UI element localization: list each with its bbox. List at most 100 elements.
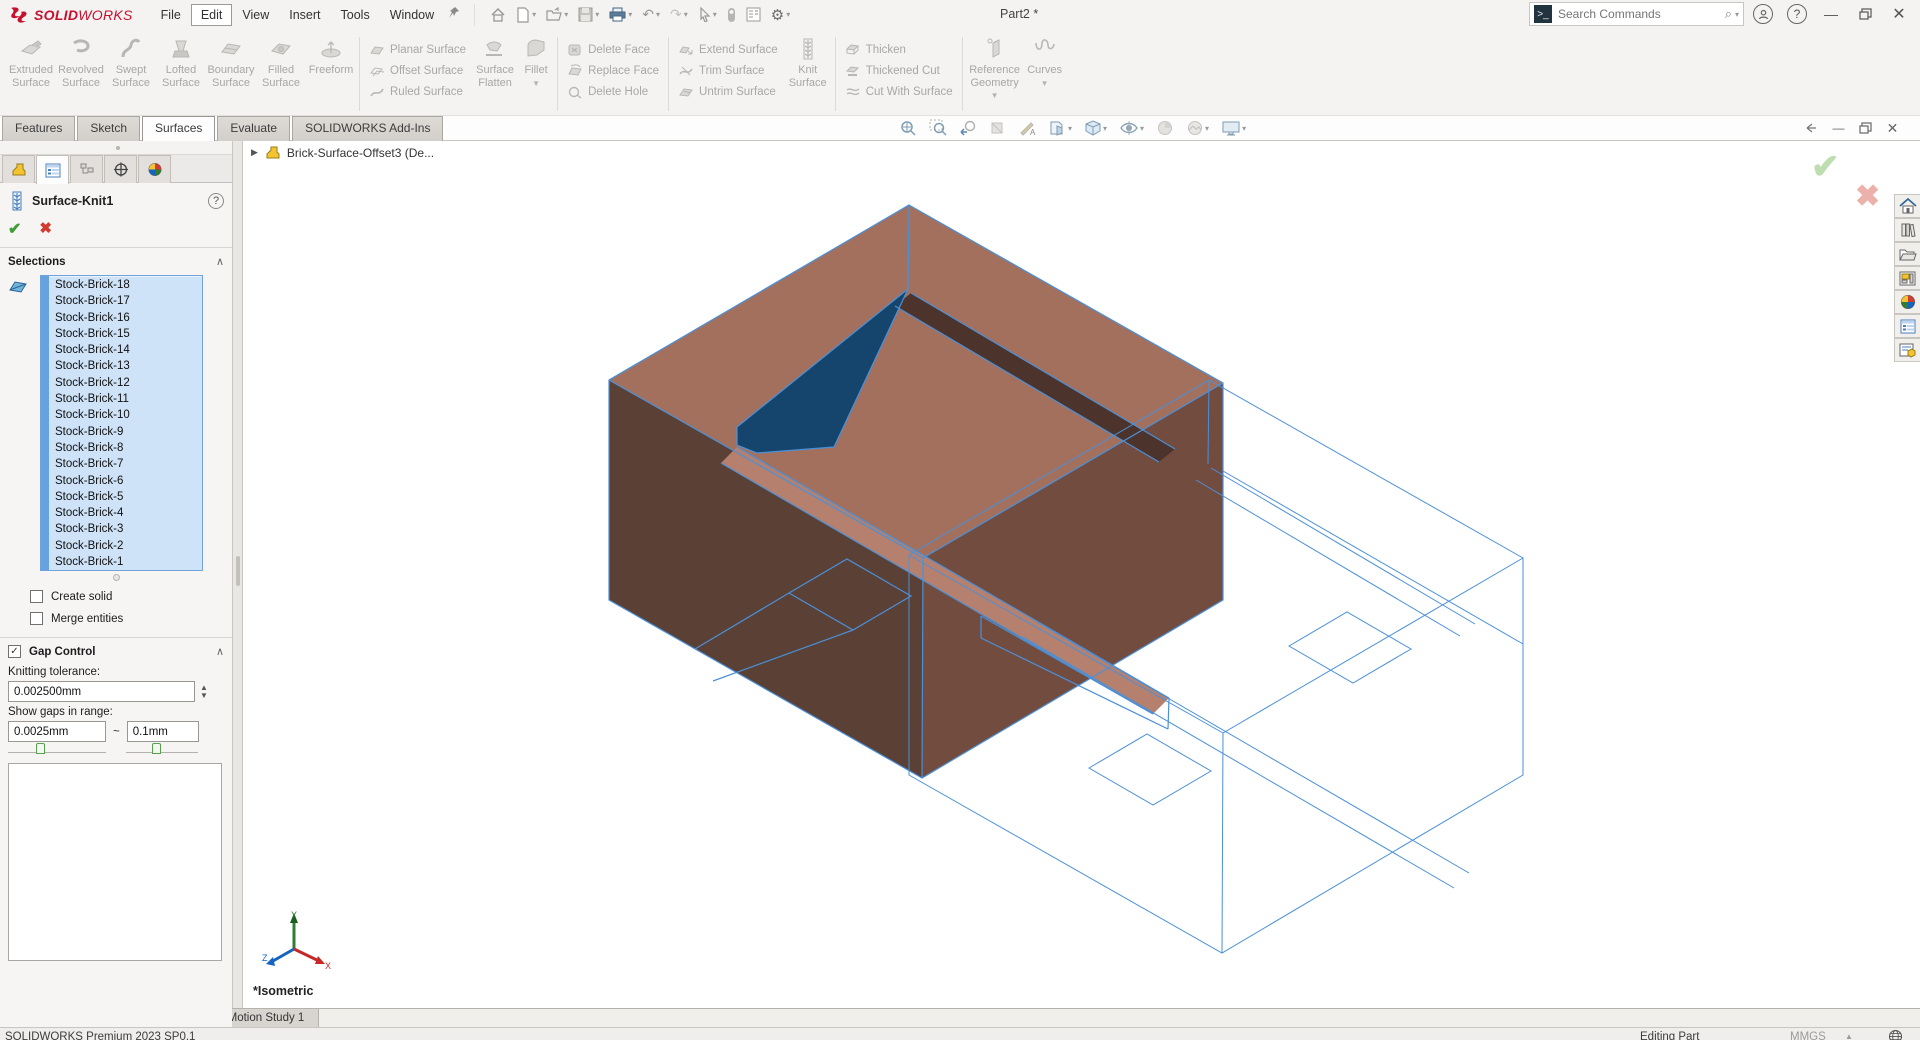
delete-hole-button[interactable]: Delete Hole [561, 81, 665, 102]
web-globe-icon[interactable] [1888, 1029, 1903, 1040]
design-library-button[interactable] [1894, 218, 1920, 242]
doc-restore-button[interactable] [1852, 118, 1879, 138]
tab-evaluate[interactable]: Evaluate [217, 116, 291, 141]
selection-item[interactable]: Stock-Brick-5 [49, 488, 202, 506]
pm-cancel-button[interactable]: ✖ [39, 219, 52, 239]
selection-item[interactable]: Stock-Brick-1 [49, 554, 202, 570]
create-solid-row[interactable]: Create solid [30, 590, 232, 603]
print-caret-icon[interactable]: ▾ [628, 10, 632, 19]
thicken-button[interactable]: Thicken [839, 39, 959, 60]
redo-button[interactable]: ↷ ▾ [667, 4, 691, 25]
selection-item[interactable]: Stock-Brick-10 [49, 407, 202, 424]
gap-min-slider-track[interactable] [8, 752, 106, 753]
search-caret-icon[interactable]: ▾ [1735, 10, 1739, 19]
selection-item[interactable]: Stock-Brick-14 [49, 342, 202, 359]
open-caret-icon[interactable]: ▾ [564, 10, 568, 19]
gap-results-list[interactable] [8, 763, 222, 961]
selection-item[interactable]: Stock-Brick-7 [49, 456, 202, 473]
swept-surface-button[interactable]: Swept Surface [106, 33, 156, 115]
search-commands-box[interactable]: >_ ⌕ ▾ [1529, 2, 1744, 26]
search-input[interactable] [1558, 7, 1725, 21]
planar-surface-button[interactable]: Planar Surface [363, 39, 472, 60]
hide-show-items-button[interactable]: ▾ [1116, 117, 1147, 139]
tab-surfaces[interactable]: Surfaces [142, 116, 216, 141]
curves-button[interactable]: Curves ▼ [1024, 33, 1066, 115]
gap-min-slider-thumb[interactable] [36, 743, 45, 754]
search-icon[interactable]: ⌕ [1725, 6, 1732, 22]
menu-tools[interactable]: Tools [331, 4, 380, 26]
apply-scene-caret-icon[interactable]: ▾ [1205, 124, 1209, 133]
display-style-caret-icon[interactable]: ▾ [1103, 124, 1107, 133]
help-button[interactable]: ? [1782, 2, 1812, 26]
selection-item[interactable]: Stock-Brick-13 [49, 358, 202, 375]
minimize-button[interactable]: — [1816, 2, 1846, 26]
selection-item[interactable]: Stock-Brick-12 [49, 374, 202, 392]
gap-max-slider-track[interactable] [126, 752, 198, 753]
open-button[interactable]: ▾ [543, 5, 571, 25]
feature-manager-tab[interactable] [2, 155, 35, 183]
model-3d[interactable] [243, 141, 1920, 1008]
gap-control-checkbox[interactable]: ✓ [8, 645, 21, 658]
pm-help-button[interactable]: ? [208, 193, 224, 209]
menu-window[interactable]: Window [380, 4, 444, 26]
save-button[interactable]: ▾ [575, 5, 602, 24]
new-caret-icon[interactable]: ▾ [532, 10, 536, 19]
units-caret-icon[interactable]: ▲ [1845, 1032, 1853, 1040]
fillet-button[interactable]: Fillet ▼ [518, 33, 554, 115]
confirmation-cancel-button[interactable]: ✖ [1855, 179, 1880, 214]
fillet-caret-icon[interactable]: ▼ [532, 79, 540, 88]
selection-toggle-button[interactable] [724, 5, 739, 25]
merge-entities-checkbox[interactable] [30, 612, 43, 625]
gap-control-header[interactable]: ✓ Gap Control ∧ [0, 638, 232, 662]
create-solid-checkbox[interactable] [30, 590, 43, 603]
untrim-surface-button[interactable]: Untrim Surface [672, 81, 784, 102]
status-units[interactable]: MMGS [1790, 1031, 1826, 1040]
panel-splitter[interactable] [233, 141, 243, 1008]
panel-splitter-strip[interactable] [0, 141, 232, 155]
account-button[interactable] [1748, 2, 1778, 26]
selection-listbox[interactable]: Stock-Brick-18 Stock-Brick-17 Stock-Brick-… [40, 275, 203, 571]
configuration-manager-tab[interactable] [70, 155, 103, 183]
search-scope-icon[interactable]: >_ [1534, 5, 1552, 23]
selection-item[interactable]: Stock-Brick-17 [49, 293, 202, 310]
selection-item[interactable]: Stock-Brick-11 [49, 391, 202, 408]
gap-min-input[interactable] [8, 721, 106, 742]
selections-collapse-icon[interactable]: ∧ [216, 255, 224, 268]
revolved-surface-button[interactable]: Revolved Surface [56, 33, 106, 115]
redo-caret-icon[interactable]: ▾ [684, 10, 688, 19]
flyout-feature-tree[interactable]: ▶ Brick-Surface-Offset3 (De... [251, 145, 434, 160]
view-settings-button[interactable]: ▾ [1218, 117, 1249, 139]
task-pane-home-button[interactable] [1894, 194, 1920, 218]
selection-item[interactable]: Stock-Brick-3 [49, 521, 202, 538]
selection-item[interactable]: Stock-Brick-8 [49, 439, 202, 457]
tab-solidworks-addins[interactable]: SOLIDWORKS Add-Ins [292, 116, 444, 141]
section-view-button[interactable] [986, 117, 1010, 139]
trim-surface-button[interactable]: Trim Surface [672, 60, 784, 81]
graphics-viewport[interactable]: ▶ Brick-Surface-Offset3 (De... ✔ ✖ Y X Z… [243, 141, 1920, 1008]
lofted-surface-button[interactable]: Lofted Surface [156, 33, 206, 115]
gap-max-slider-thumb[interactable] [152, 743, 161, 754]
cam-tab-button[interactable] [1894, 338, 1920, 362]
selection-item[interactable]: Stock-Brick-6 [49, 472, 202, 489]
selection-item[interactable]: Stock-Brick-9 [49, 423, 202, 440]
replace-face-button[interactable]: Replace Face [561, 60, 665, 81]
splitter-grip[interactable] [236, 556, 240, 586]
confirmation-accept-button[interactable]: ✔ [1811, 147, 1840, 187]
previous-view-button[interactable] [956, 117, 980, 139]
save-caret-icon[interactable]: ▾ [595, 10, 599, 19]
tolerance-spinner[interactable]: ▲ ▼ [200, 683, 208, 700]
menu-file[interactable]: File [151, 4, 191, 26]
appearances-button[interactable] [1894, 290, 1920, 314]
menu-insert[interactable]: Insert [279, 4, 330, 26]
close-button[interactable]: ✕ [1884, 2, 1914, 26]
spinner-down-icon[interactable]: ▼ [200, 691, 208, 700]
home-button[interactable] [487, 5, 509, 25]
tab-sketch[interactable]: Sketch [77, 116, 141, 141]
shaded-brick-body[interactable] [608, 204, 1224, 779]
property-manager-tab[interactable] [36, 155, 69, 184]
undo-caret-icon[interactable]: ▾ [656, 10, 660, 19]
ruled-surface-button[interactable]: Ruled Surface [363, 81, 472, 102]
extend-surface-button[interactable]: Extend Surface [672, 39, 784, 60]
select-caret-icon[interactable]: ▾ [713, 10, 717, 19]
zoom-to-fit-button[interactable] [896, 117, 920, 139]
